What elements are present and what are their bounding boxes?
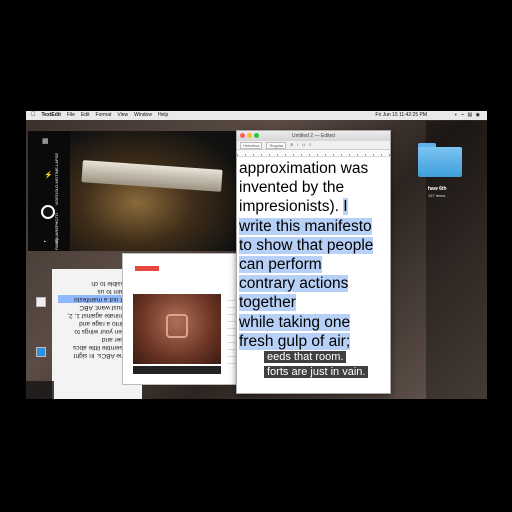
apple-icon[interactable]:  [31,111,36,120]
minimize-icon[interactable] [247,133,252,138]
flash-icon[interactable]: ⚡ [44,171,53,179]
shutter-button[interactable] [41,205,55,219]
folder-name[interactable]: haw 6th [428,186,447,192]
text-line-selected: fresh gulp of air; [239,332,351,350]
camera-window: ▦ ⚡ TIME-LAPSE SLO-MO VIDEO PHOTO SQUARE… [28,131,238,251]
video-player[interactable] [133,294,221,364]
bold-icon[interactable]: B [290,141,293,149]
text-line-selected: write this manifesto [239,217,372,235]
document-title: Untitled 2 — Edited [291,133,336,139]
menu-view[interactable]: View [117,111,128,120]
folder-item-count: 157 items [428,193,446,198]
mode-pano[interactable]: PANO [54,239,59,250]
subtitle-line: forts are just in vain. [264,366,369,378]
video-controls[interactable] [133,366,221,374]
format-toolbar: Helvetica Regular B I U ≡ [237,141,390,150]
desktop-screen:  TextEdit File Edit Format View Window … [26,111,487,399]
menu-bar:  TextEdit File Edit Format View Window … [26,111,487,120]
subscribe-button[interactable] [135,266,159,271]
menu-format[interactable]: Format [96,111,112,120]
camera-viewfinder [70,131,238,251]
text-line-selected: while taking one [239,313,351,331]
document-body[interactable]: approximation was invented by the impres… [237,157,390,351]
mode-video[interactable]: VIDEO [54,193,59,205]
camera-controls: ▦ ⚡ TIME-LAPSE SLO-MO VIDEO PHOTO SQUARE… [28,131,70,251]
status-tray-icons[interactable]: ◐ ⌁ ▤ ◉ [455,111,481,120]
desktop-folder-icon[interactable] [36,347,46,357]
text-line: approximation was [239,160,369,177]
folder-icon[interactable] [418,141,462,177]
dock[interactable] [26,381,54,399]
align-icon[interactable]: ≡ [309,141,311,149]
menu-edit[interactable]: Edit [81,111,90,120]
ruler[interactable] [237,150,390,157]
close-icon[interactable] [240,133,245,138]
menu-file[interactable]: File [67,111,75,120]
subtitle-overlay: eeds that room. forts are just in vain. [264,351,390,391]
zoom-icon[interactable] [254,133,259,138]
font-family-select[interactable]: Helvetica [240,142,263,149]
text-line-selected: contrary actions [239,275,349,293]
text-line-selected: together [239,294,296,312]
video-frame-object [166,314,188,338]
mode-timelapse[interactable]: TIME-LAPSE [54,153,59,177]
text-line: invented by the [239,179,345,197]
menu-window[interactable]: Window [134,111,152,120]
viewfinder-object [81,160,223,192]
camera-switch-icon[interactable]: ▦ [42,137,49,145]
textedit-titlebar[interactable]: Untitled 2 — Edited [237,131,390,141]
font-style-select[interactable]: Regular [266,142,287,149]
menu-help[interactable]: Help [158,111,168,120]
text-line-selected: to show that people [239,236,374,254]
italic-icon[interactable]: I [297,141,298,149]
mode-photo[interactable]: PHOTO [54,213,59,227]
text-line-selected: can perform [239,255,322,273]
menu-app-name[interactable]: TextEdit [42,111,61,120]
subtitle-line: eeds that room. [264,351,347,363]
desktop-file-icon[interactable] [36,297,46,307]
underline-icon[interactable]: U [302,141,305,149]
text-line: impresionists). I [239,198,348,216]
menu-clock[interactable]: Fri Jun 15 11:42:25 PM [375,111,427,120]
timer-icon[interactable]: ◔ [42,239,46,246]
mode-slomo[interactable]: SLO-MO [54,177,59,193]
